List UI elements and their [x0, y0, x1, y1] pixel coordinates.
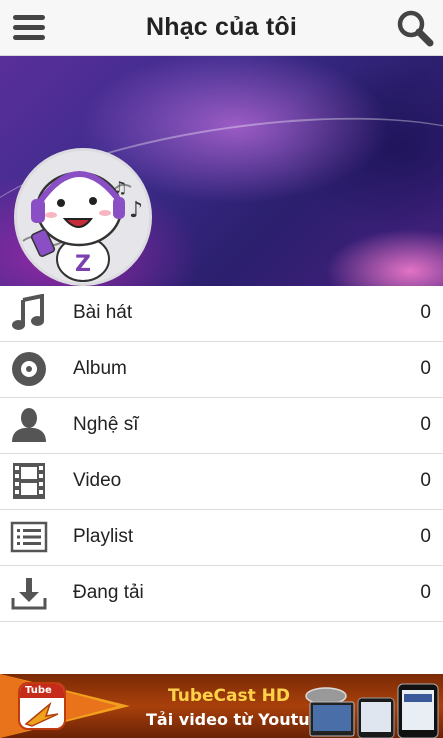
top-bar: Nhạc của tôi: [0, 0, 443, 56]
list-item-count: 0: [420, 414, 431, 435]
ad-banner[interactable]: Tube TubeCast HD Tải video từ Youtube: [0, 674, 443, 738]
svg-text:♪: ♪: [129, 198, 143, 223]
ad-title: TubeCast HD: [168, 686, 290, 706]
list-item-count: 0: [420, 582, 431, 603]
list-item-label: Nghệ sĩ: [73, 414, 139, 435]
list-item-playlist[interactable]: Playlist 0: [0, 510, 443, 566]
music-note-icon: [12, 294, 44, 330]
list-item-downloading[interactable]: Đang tải 0: [0, 566, 443, 622]
list-item-count: 0: [420, 302, 431, 323]
page-title: Nhạc của tôi: [145, 13, 298, 41]
profile-banner: ♪ ♫ Z: [0, 56, 443, 286]
list-item-count: 0: [420, 470, 431, 491]
list-item-artist[interactable]: Nghệ sĩ 0: [0, 398, 443, 454]
play-arrow-icon: [24, 701, 59, 727]
disc-icon: [12, 352, 46, 386]
zing-mascot-avatar: ♪ ♫ Z: [17, 151, 149, 283]
search-icon: [397, 10, 434, 47]
list-item-video[interactable]: Video 0: [0, 454, 443, 510]
download-icon: [11, 578, 47, 610]
tubecast-logo-icon: Tube: [18, 682, 66, 730]
svg-text:Z: Z: [75, 252, 91, 277]
devices-illustration-icon: [305, 683, 439, 738]
library-list: Bài hát 0 Album 0 Nghệ sĩ 0 Video 0 Play…: [0, 286, 443, 622]
list-item-label: Video: [73, 470, 122, 491]
person-icon: [12, 408, 46, 442]
list-item-label: Album: [73, 358, 127, 379]
list-item-album[interactable]: Album 0: [0, 342, 443, 398]
list-item-count: 0: [420, 358, 431, 379]
list-item-label: Bài hát: [73, 302, 133, 323]
list-icon: [10, 521, 48, 553]
film-icon: [13, 463, 45, 499]
search-button[interactable]: [395, 8, 435, 48]
ad-logo-text: Tube: [25, 685, 52, 696]
avatar[interactable]: ♪ ♫ Z: [14, 148, 152, 286]
list-item-label: Đang tải: [73, 582, 144, 603]
list-item-label: Playlist: [73, 526, 134, 547]
list-item-count: 0: [420, 526, 431, 547]
list-item-songs[interactable]: Bài hát 0: [0, 286, 443, 342]
